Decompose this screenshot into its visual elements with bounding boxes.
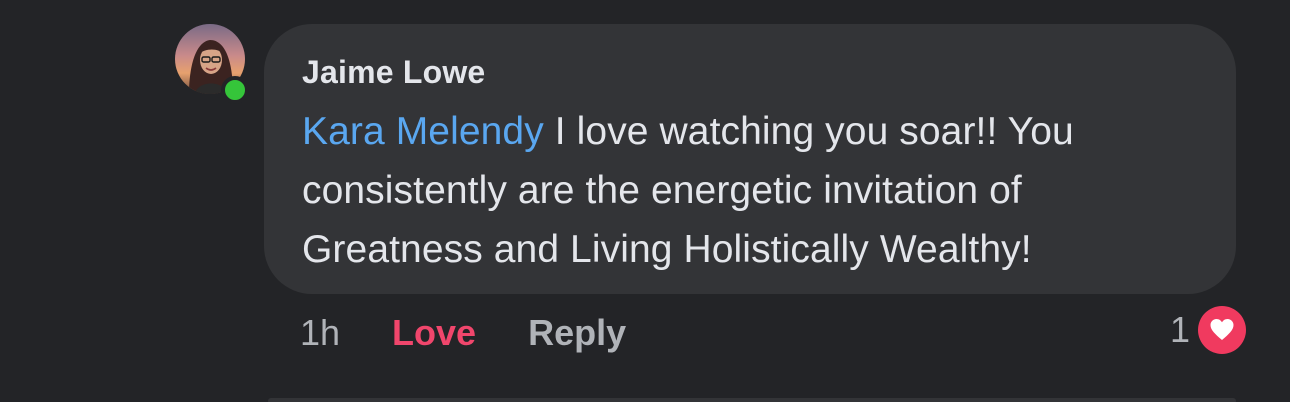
reaction-count: 1 [1170, 309, 1191, 350]
reaction-summary[interactable]: 1 [1170, 304, 1247, 356]
reply-button[interactable]: Reply [528, 312, 626, 354]
comment-bubble: Jaime Lowe Kara Melendy I love watching … [264, 24, 1236, 294]
comment-actions: 1h Love Reply [300, 310, 626, 356]
next-comment-edge [268, 398, 1236, 402]
comment-thread: Jaime Lowe Kara Melendy I love watching … [0, 0, 1290, 402]
heart-icon [1198, 306, 1247, 354]
comment-author[interactable]: Jaime Lowe [302, 52, 1200, 92]
comment-timestamp[interactable]: 1h [300, 312, 340, 354]
mention-link[interactable]: Kara Melendy [302, 110, 544, 153]
love-button[interactable]: Love [392, 312, 476, 354]
online-status-indicator [221, 76, 249, 104]
comment-body: Kara Melendy I love watching you soar!! … [302, 102, 1212, 279]
